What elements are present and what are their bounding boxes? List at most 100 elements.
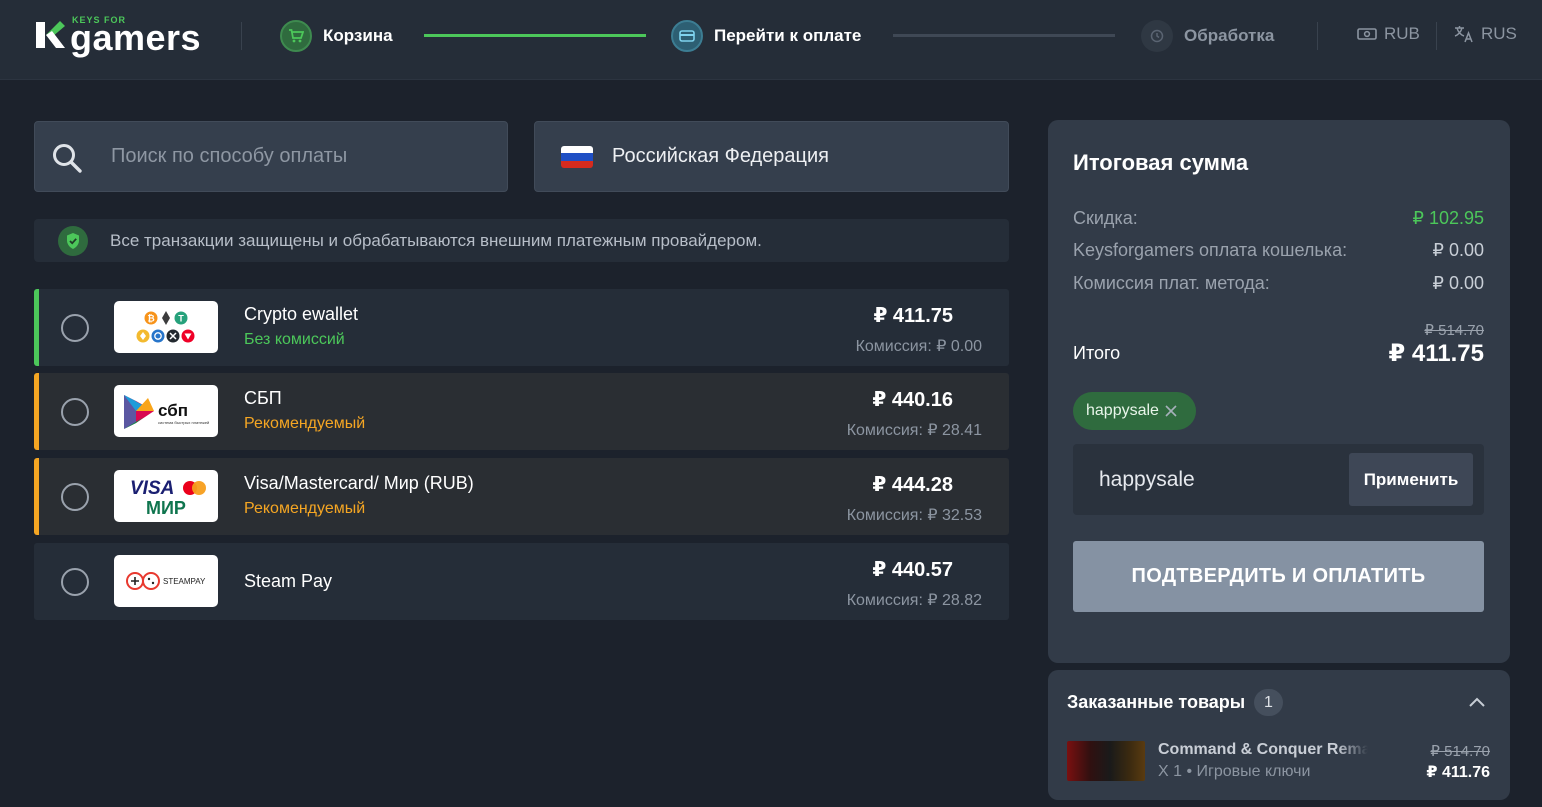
top-header: KEYS FOR gamers Корзина Перейти к оплате… <box>0 0 1542 80</box>
language-label: RUS <box>1481 24 1517 43</box>
summary-row-fee: Комиссия плат. метода: ₽ 0.00 <box>1073 273 1484 294</box>
translate-icon <box>1454 26 1473 43</box>
method-accent-bar <box>34 373 39 450</box>
country-selector[interactable]: Российская Федерация <box>534 121 1009 192</box>
security-notice: Все транзакции защищены и обрабатываются… <box>34 219 1009 262</box>
language-selector[interactable]: RUS <box>1454 24 1517 44</box>
method-subtitle: Рекомендуемый <box>244 415 366 432</box>
sbp-logo-text: сбп <box>158 401 188 420</box>
summary-row-label: Keysforgamers оплата кошелька: <box>1073 240 1348 260</box>
close-icon[interactable] <box>1164 404 1178 418</box>
sbp-logo-caption: система быстрых платежей <box>158 420 209 425</box>
header-divider <box>1317 22 1318 50</box>
payment-method-sbp[interactable]: сбп система быстрых платежей СБП Рекомен… <box>34 373 1009 450</box>
old-total: ₽ 514.70 <box>1424 322 1484 339</box>
header-divider <box>1436 22 1437 50</box>
currency-selector[interactable]: RUB <box>1357 24 1420 44</box>
promo-code-input[interactable] <box>1099 444 1339 515</box>
product-name[interactable]: Command & Conquer Remastered Collection <box>1158 741 1368 759</box>
order-summary: Итоговая сумма Скидка: ₽ 102.95 Keysforg… <box>1048 120 1510 663</box>
progress-line-pending <box>893 34 1115 37</box>
method-price: ₽ 440.16 <box>872 389 953 411</box>
money-icon <box>1357 28 1377 40</box>
shield-check-icon <box>58 226 88 256</box>
product-price: ₽ 411.76 <box>1426 764 1490 781</box>
method-name: Steam Pay <box>244 571 333 591</box>
card-icon <box>671 20 703 52</box>
header-divider <box>241 22 242 50</box>
steampay-logo-text: STEAMPAY <box>163 577 206 586</box>
apply-promo-button[interactable]: Применить <box>1349 453 1473 506</box>
step-payment[interactable]: Перейти к оплате <box>671 20 861 52</box>
product-old-price: ₽ 514.70 <box>1430 743 1490 760</box>
summary-title: Итоговая сумма <box>1073 150 1249 175</box>
method-radio[interactable] <box>61 568 89 596</box>
ordered-items-title: Заказанные товары <box>1067 692 1246 712</box>
method-subtitle: Без комиссий <box>244 331 345 348</box>
payment-method-crypto[interactable]: ₿ T Crypto ewallet Без комиссий ₽ 411.75… <box>34 289 1009 366</box>
svg-text:T: T <box>178 314 184 324</box>
clock-icon <box>1141 20 1173 52</box>
logo-big-text: gamers <box>70 17 202 58</box>
product-thumbnail[interactable] <box>1067 741 1145 781</box>
russia-flag-icon <box>561 146 593 168</box>
ordered-items-panel: Заказанные товары 1 Command & Conquer Re… <box>1048 670 1510 800</box>
promo-code-form: Применить <box>1073 444 1484 515</box>
summary-row-discount: Скидка: ₽ 102.95 <box>1073 208 1484 229</box>
progress-line-done <box>424 34 646 37</box>
summary-row-label: Скидка: <box>1073 208 1138 228</box>
security-notice-text: Все транзакции защищены и обрабатываются… <box>110 231 762 250</box>
method-fee: Комиссия: ₽ 32.53 <box>846 507 982 524</box>
method-name: Visa/Mastercard/ Мир (RUB) <box>244 473 474 493</box>
chevron-up-icon[interactable] <box>1468 696 1486 708</box>
total-label: Итого <box>1073 343 1121 363</box>
applied-promo-chip: happysale <box>1073 392 1196 430</box>
site-logo[interactable]: KEYS FOR gamers <box>32 14 202 58</box>
total-amount: ₽ 411.75 <box>1388 340 1484 367</box>
applied-promo-code: happysale <box>1086 402 1159 419</box>
method-radio[interactable] <box>61 314 89 342</box>
crypto-logo: ₿ T <box>114 301 218 353</box>
method-fee: Комиссия: ₽ 28.82 <box>846 592 982 609</box>
method-radio[interactable] <box>61 483 89 511</box>
method-price: ₽ 440.57 <box>872 559 953 581</box>
method-name: СБП <box>244 388 282 408</box>
product-meta: X 1 • Игровые ключи <box>1158 763 1311 780</box>
summary-row-wallet: Keysforgamers оплата кошелька: ₽ 0.00 <box>1073 240 1484 261</box>
step-cart[interactable]: Корзина <box>280 20 393 52</box>
items-count-badge: 1 <box>1254 689 1283 716</box>
payment-search <box>34 121 508 192</box>
visa-logo-text: VISA <box>130 478 174 499</box>
confirm-pay-button[interactable]: ПОДТВЕРДИТЬ И ОПЛАТИТЬ <box>1073 541 1484 612</box>
cart-icon <box>280 20 312 52</box>
summary-row-value: ₽ 0.00 <box>1432 240 1485 260</box>
sbp-logo: сбп система быстрых платежей <box>114 385 218 437</box>
method-price: ₽ 444.28 <box>872 474 953 496</box>
country-name: Российская Федерация <box>612 145 830 167</box>
svg-text:₿: ₿ <box>147 314 154 324</box>
summary-row-label: Комиссия плат. метода: <box>1073 273 1270 293</box>
method-subtitle: Рекомендуемый <box>244 500 366 517</box>
payment-method-card[interactable]: VISA МИР Visa/Mastercard/ Мир (RUB) Реко… <box>34 458 1009 535</box>
method-accent-bar <box>34 289 39 366</box>
mir-logo-text: МИР <box>146 498 186 518</box>
step-processing[interactable]: Обработка <box>1141 20 1274 52</box>
method-name: Crypto ewallet <box>244 304 359 324</box>
step-payment-label: Перейти к оплате <box>714 26 862 45</box>
summary-row-value: ₽ 0.00 <box>1432 273 1485 293</box>
payment-method-steampay[interactable]: STEAMPAY Steam Pay ₽ 440.57 Комиссия: ₽ … <box>34 543 1009 620</box>
currency-label: RUB <box>1384 24 1420 43</box>
steampay-logo: STEAMPAY <box>114 555 218 607</box>
visa-mir-logo: VISA МИР <box>114 470 218 522</box>
search-input[interactable] <box>111 122 491 191</box>
step-processing-label: Обработка <box>1184 26 1275 45</box>
method-fee: Комиссия: ₽ 28.41 <box>846 422 982 439</box>
method-price: ₽ 411.75 <box>873 305 953 327</box>
summary-row-value: ₽ 102.95 <box>1412 208 1484 228</box>
method-accent-bar <box>34 458 39 535</box>
search-icon <box>53 144 82 173</box>
step-cart-label: Корзина <box>323 26 393 45</box>
method-fee: Комиссия: ₽ 0.00 <box>855 338 982 355</box>
method-radio[interactable] <box>61 398 89 426</box>
logo-k-icon <box>36 21 65 48</box>
